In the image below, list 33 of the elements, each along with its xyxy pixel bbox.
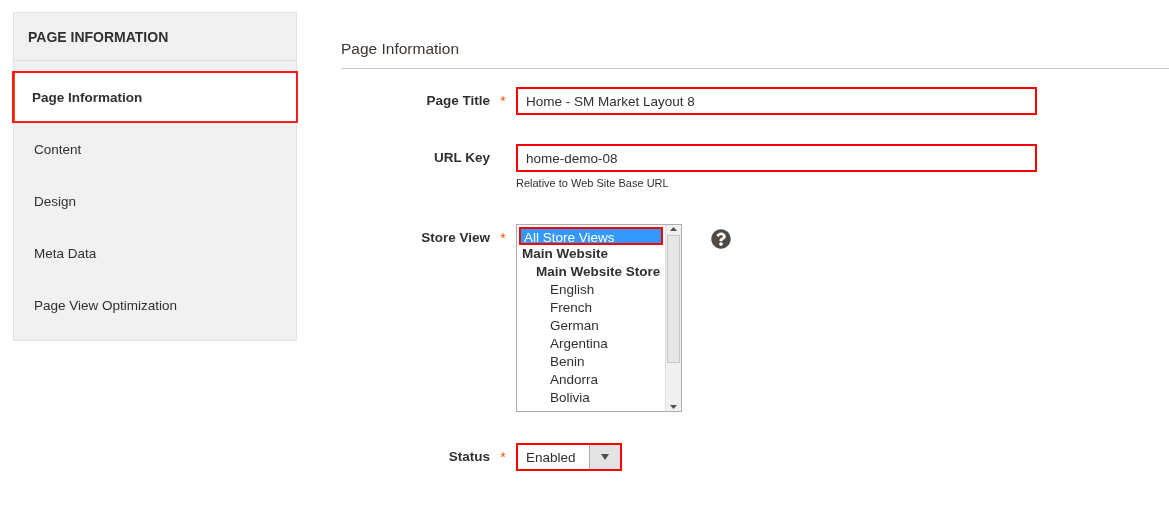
field-note: Relative to Web Site Base URL <box>516 177 670 189</box>
required-mark: * <box>500 449 506 465</box>
sidebar-item[interactable]: Meta Data <box>14 227 296 279</box>
status-select[interactable]: Enabled <box>516 443 622 471</box>
sidebar-item[interactable]: Page Information <box>12 71 298 123</box>
list-option[interactable]: Andorra <box>519 371 663 389</box>
help-icon[interactable] <box>711 229 731 249</box>
field-label: Status <box>447 448 490 464</box>
field-label: URL Key <box>432 149 490 165</box>
list-option[interactable]: English <box>519 281 663 299</box>
sidebar-item[interactable]: Content <box>14 123 296 175</box>
required-mark: * <box>500 93 506 109</box>
list-option[interactable]: French <box>519 299 663 317</box>
sidebar-item[interactable]: Design <box>14 175 296 227</box>
field-label: Page Title <box>425 92 490 108</box>
list-option[interactable]: Bolivia <box>519 389 663 407</box>
store-view-listbox[interactable]: All Store Views Main Website Main Website Store English French German Argentina Benin Andorra Bolivia <box>516 224 682 412</box>
scroll-down-icon[interactable] <box>670 403 677 411</box>
sidebar-title: PAGE INFORMATION <box>14 13 296 61</box>
list-option[interactable]: Benin <box>519 353 663 371</box>
field-label: Store View <box>420 229 490 245</box>
caret-icon <box>601 454 609 460</box>
section-title: Page Information <box>341 40 1169 69</box>
required-mark: * <box>500 230 506 246</box>
list-option[interactable]: Main Website <box>519 245 663 263</box>
input-field[interactable]: home-demo-08 <box>516 144 1037 172</box>
scrollbar[interactable] <box>665 225 681 411</box>
input-field[interactable]: Home - SM Market Layout 8 <box>516 87 1037 115</box>
scroll-up-icon[interactable] <box>670 225 677 233</box>
list-option[interactable]: Main Website Store <box>519 263 663 281</box>
sidebar-item[interactable]: Page View Optimization <box>14 279 296 331</box>
list-option[interactable]: German <box>519 317 663 335</box>
list-option[interactable]: Argentina <box>519 335 663 353</box>
